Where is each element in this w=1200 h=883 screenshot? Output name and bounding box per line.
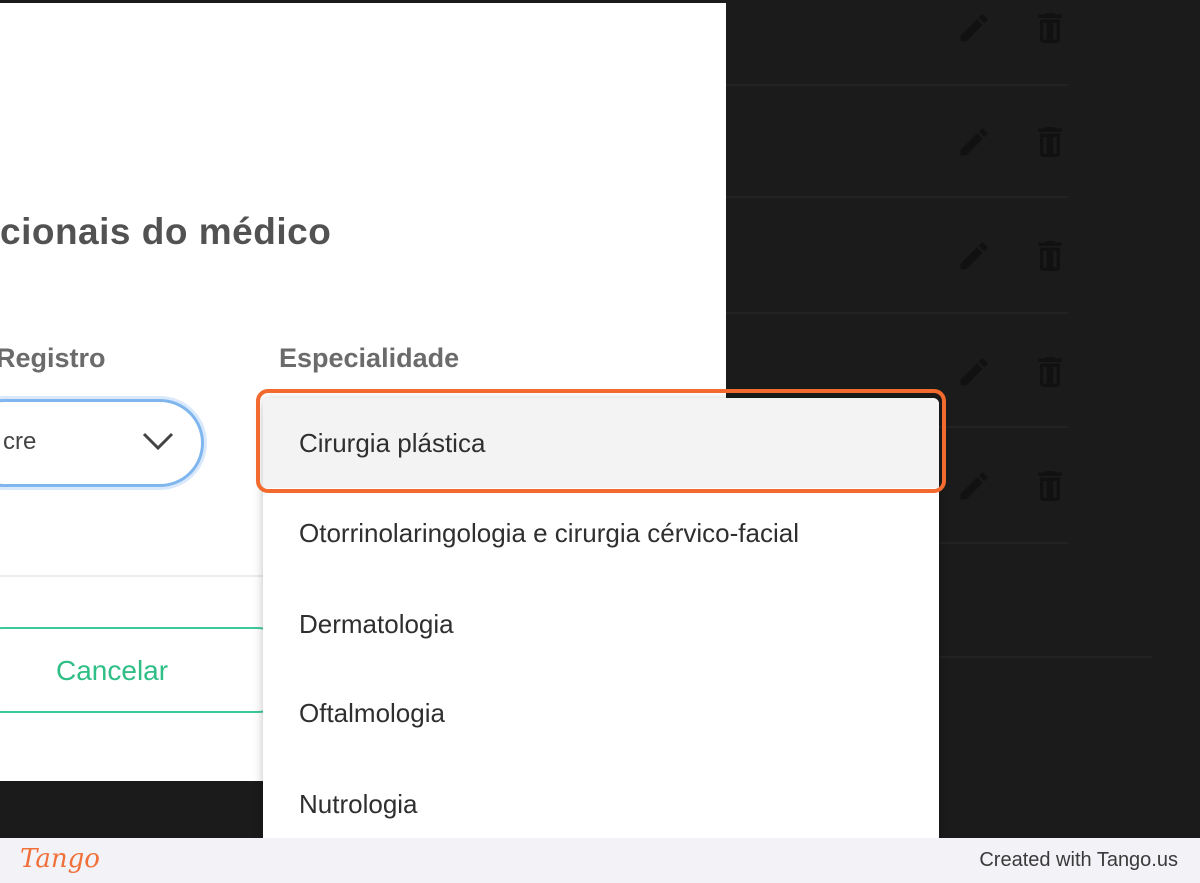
- registro-label: Registro: [0, 343, 106, 373]
- trash-icon[interactable]: [1030, 350, 1070, 394]
- created-with-text: Created with Tango.us: [979, 849, 1178, 871]
- modal-title: cionais do médico: [0, 211, 332, 252]
- trash-icon[interactable]: [1030, 234, 1070, 278]
- step-highlight: [256, 389, 946, 493]
- table-row-divider: [726, 196, 1068, 198]
- cancel-button-label: Cancelar: [56, 655, 169, 686]
- edit-icon[interactable]: [956, 10, 992, 46]
- trash-icon[interactable]: [1030, 464, 1070, 508]
- table-row-actions: [956, 4, 1068, 52]
- edit-icon[interactable]: [956, 238, 992, 274]
- dropdown-option[interactable]: Oftalmologia: [263, 668, 939, 758]
- cancel-button[interactable]: Cancelar: [0, 627, 300, 713]
- table-row-actions: [956, 232, 1068, 280]
- table-row-actions: [956, 462, 1068, 510]
- table-row-actions: [956, 118, 1068, 166]
- screenshot-frame: cionais do médico Registro Especialidade…: [0, 0, 1200, 883]
- registro-select-value: cre: [3, 428, 37, 455]
- table-row-divider: [726, 84, 1068, 86]
- chevron-down-icon: [141, 430, 175, 457]
- dropdown-option[interactable]: Nutrologia: [263, 759, 939, 838]
- tango-logo: Tango: [20, 844, 100, 874]
- registro-select[interactable]: cre: [0, 399, 204, 487]
- trash-icon[interactable]: [1030, 6, 1070, 50]
- especialidade-label: Especialidade: [279, 343, 460, 373]
- dropdown-option[interactable]: Dermatologia: [263, 579, 939, 669]
- table-row-divider: [726, 312, 1068, 314]
- edit-icon[interactable]: [956, 354, 992, 390]
- edit-icon[interactable]: [956, 468, 992, 504]
- dropdown-option[interactable]: Otorrinolaringologia e cirurgia cérvico-…: [263, 488, 939, 578]
- tango-footer: Tango Created with Tango.us: [0, 838, 1200, 883]
- trash-icon[interactable]: [1030, 120, 1070, 164]
- edit-icon[interactable]: [956, 124, 992, 160]
- table-row-actions: [956, 348, 1068, 396]
